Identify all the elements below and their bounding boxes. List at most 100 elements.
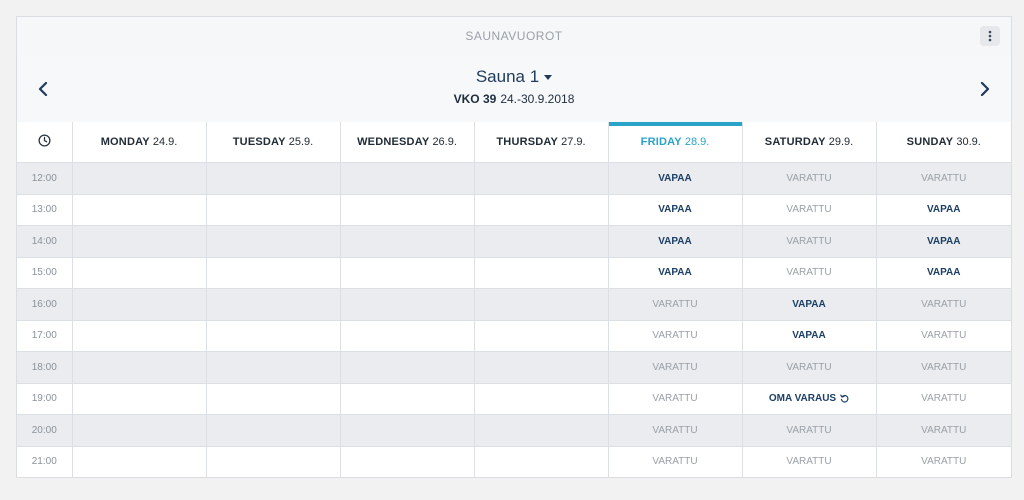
status-free[interactable]: VAPAA xyxy=(658,236,692,247)
status-taken: VARATTU xyxy=(786,235,832,247)
slot-cell xyxy=(340,162,475,195)
time-label: 13:00 xyxy=(17,194,73,226)
status-free[interactable]: VAPAA xyxy=(927,204,961,215)
nav-center: Sauna 1 VKO 39 24.-30.9.2018 xyxy=(17,67,1011,106)
time-label: 16:00 xyxy=(17,288,73,321)
title-bar: SAUNAVUOROT xyxy=(17,17,1011,56)
slot-cell xyxy=(72,414,207,447)
app-title: SAUNAVUOROT xyxy=(465,29,563,43)
own-reservation[interactable]: OMA VARAUS xyxy=(769,393,849,404)
slot-cell xyxy=(340,446,475,477)
slot-cell xyxy=(340,320,475,352)
slot-cell xyxy=(206,288,341,321)
slot-cell xyxy=(474,383,609,415)
slot-cell[interactable]: VAPAA xyxy=(608,225,743,258)
slot-cell: VARATTU xyxy=(608,446,743,477)
slot-cell: VARATTU xyxy=(742,225,877,258)
week-number: VKO 39 xyxy=(453,92,497,106)
table-row: 18:00 VARATTU VARATTU VARATTU xyxy=(17,351,1011,384)
time-label: 17:00 xyxy=(17,320,73,352)
table-row: 21:00 VARATTU VARATTU VARATTU xyxy=(17,446,1011,477)
slot-cell xyxy=(340,257,475,289)
slot-cell: VARATTU xyxy=(608,288,743,321)
slot-cell xyxy=(72,446,207,477)
time-label: 19:00 xyxy=(17,383,73,415)
status-taken: VARATTU xyxy=(652,393,698,405)
status-taken: VARATTU xyxy=(786,456,832,468)
slot-cell: VARATTU xyxy=(876,288,1011,321)
status-taken: VARATTU xyxy=(921,424,967,436)
slot-cell xyxy=(206,383,341,415)
slot-cell: VARATTU xyxy=(742,194,877,226)
slot-cell[interactable]: VAPAA xyxy=(608,257,743,289)
status-free[interactable]: VAPAA xyxy=(927,236,961,247)
slot-cell xyxy=(474,257,609,289)
slot-cell xyxy=(72,320,207,352)
slot-cell xyxy=(72,351,207,384)
slot-cell xyxy=(340,414,475,447)
slot-cell: VARATTU xyxy=(876,446,1011,477)
slot-cell xyxy=(206,351,341,384)
slot-cell[interactable]: VAPAA xyxy=(742,288,877,321)
more-menu-button[interactable] xyxy=(980,26,1000,46)
next-week-button[interactable] xyxy=(973,77,997,101)
status-free[interactable]: VAPAA xyxy=(658,267,692,278)
time-label: 21:00 xyxy=(17,446,73,477)
day-header-saturday: SATURDAY 29.9. xyxy=(742,122,877,163)
slot-cell[interactable]: OMA VARAUS xyxy=(742,383,877,415)
chevron-right-icon xyxy=(980,82,990,96)
day-header-tuesday: TUESDAY 25.9. xyxy=(206,122,341,163)
status-taken: VARATTU xyxy=(652,330,698,342)
time-column-header xyxy=(17,122,73,163)
slot-cell xyxy=(474,351,609,384)
sauna-selector[interactable]: Sauna 1 xyxy=(475,67,553,87)
table-row: 12:00 VAPAA VARATTU VARATTU xyxy=(17,162,1011,195)
status-taken: VARATTU xyxy=(652,456,698,468)
week-range: 24.-30.9.2018 xyxy=(500,92,575,106)
slot-cell[interactable]: VAPAA xyxy=(876,225,1011,258)
table-row: 13:00 VAPAA VARATTU VAPAA xyxy=(17,194,1011,226)
slot-cell xyxy=(206,194,341,226)
status-taken: VARATTU xyxy=(652,424,698,436)
status-taken: VARATTU xyxy=(786,172,832,184)
status-free[interactable]: VAPAA xyxy=(658,173,692,184)
slot-cell xyxy=(474,225,609,258)
time-label: 12:00 xyxy=(17,162,73,195)
slot-cell: VARATTU xyxy=(742,414,877,447)
slot-cell: VARATTU xyxy=(742,162,877,195)
slot-cell xyxy=(206,162,341,195)
week-navigation: Sauna 1 VKO 39 24.-30.9.2018 xyxy=(17,55,1011,123)
slot-cell xyxy=(72,288,207,321)
status-free[interactable]: VAPAA xyxy=(658,204,692,215)
status-taken: VARATTU xyxy=(921,330,967,342)
time-label: 18:00 xyxy=(17,351,73,384)
undo-icon[interactable] xyxy=(840,394,849,403)
slot-cell[interactable]: VAPAA xyxy=(876,257,1011,289)
slot-cell xyxy=(206,414,341,447)
slot-cell xyxy=(474,162,609,195)
table-row: 16:00 VARATTU VAPAA VARATTU xyxy=(17,288,1011,321)
slot-cell xyxy=(474,446,609,477)
day-header-row: MONDAY 24.9. TUESDAY 25.9. WEDNESDAY 26.… xyxy=(17,122,1011,163)
status-taken: VARATTU xyxy=(921,172,967,184)
status-free[interactable]: VAPAA xyxy=(792,299,826,310)
status-free[interactable]: VAPAA xyxy=(927,267,961,278)
slot-cell[interactable]: VAPAA xyxy=(876,194,1011,226)
sauna-name: Sauna 1 xyxy=(475,67,540,86)
slot-cell xyxy=(340,225,475,258)
slot-cell[interactable]: VAPAA xyxy=(608,194,743,226)
time-label: 15:00 xyxy=(17,257,73,289)
status-free[interactable]: VAPAA xyxy=(792,330,826,341)
slot-cell xyxy=(72,225,207,258)
slot-cell[interactable]: VAPAA xyxy=(742,320,877,352)
slot-cell xyxy=(206,446,341,477)
status-taken: VARATTU xyxy=(786,267,832,279)
clock-icon xyxy=(38,134,51,147)
slot-cell[interactable]: VAPAA xyxy=(608,162,743,195)
day-header-wednesday: WEDNESDAY 26.9. xyxy=(340,122,475,163)
more-vertical-icon xyxy=(988,30,992,42)
schedule-grid: MONDAY 24.9. TUESDAY 25.9. WEDNESDAY 26.… xyxy=(17,122,1011,477)
slot-cell xyxy=(474,320,609,352)
slot-cell xyxy=(72,194,207,226)
day-header-monday: MONDAY 24.9. xyxy=(72,122,207,163)
